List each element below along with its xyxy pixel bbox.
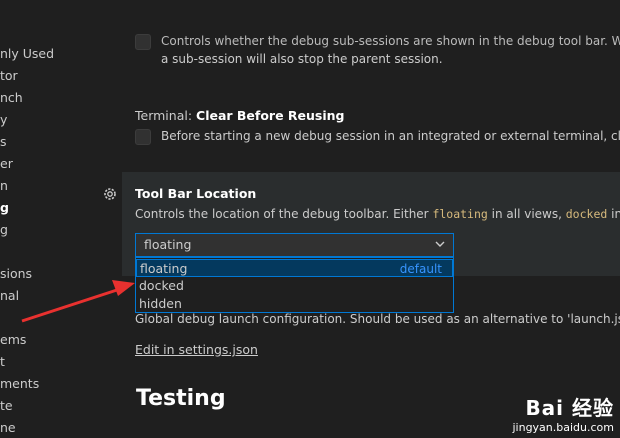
option-hidden[interactable]: hidden	[136, 295, 453, 313]
toolbar-location-dropdown: floating default docked hidden	[135, 257, 454, 313]
settings-sidebar: nly Used tor nch y s er n g g sions nal …	[0, 0, 118, 438]
sidebar-item[interactable]: ments	[0, 373, 39, 395]
toolbar-location-description: Controls the location of the debug toolb…	[135, 207, 620, 221]
sidebar-item[interactable]: t	[0, 351, 5, 373]
subsession-checkbox[interactable]	[135, 34, 151, 50]
option-docked[interactable]: docked	[136, 277, 453, 295]
desc-part-3: in th	[611, 207, 620, 221]
sidebar-item[interactable]: n	[0, 175, 8, 197]
sidebar-item[interactable]: te	[0, 395, 13, 417]
chevron-down-icon	[433, 236, 447, 252]
code-docked: docked	[565, 207, 608, 221]
terminal-setting-title: Terminal: Clear Before Reusing	[135, 108, 345, 123]
sidebar-item[interactable]: nal	[0, 285, 19, 307]
subsession-description-2: a sub-session will also stop the parent …	[161, 52, 443, 66]
terminal-setting-name: Clear Before Reusing	[196, 108, 345, 123]
sidebar-item[interactable]: g	[0, 219, 8, 241]
baidu-watermark: Bai 经验 jingyan.baidu.com	[512, 392, 614, 434]
sidebar-item[interactable]: s	[0, 131, 7, 153]
sidebar-item[interactable]: y	[0, 109, 7, 131]
option-label: docked	[139, 278, 184, 293]
edit-in-settings-json-link[interactable]: Edit in settings.json	[135, 342, 258, 357]
sidebar-item[interactable]: nly Used	[0, 43, 54, 65]
watermark-brand: Bai 经验	[525, 396, 614, 420]
launch-description: Global debug launch configuration. Shoul…	[135, 312, 620, 326]
option-label: floating	[140, 261, 188, 276]
section-heading-testing: Testing	[136, 386, 226, 411]
subsession-description: Controls whether the debug sub-sessions …	[161, 34, 620, 48]
sidebar-item[interactable]: sions	[0, 263, 32, 285]
desc-part-1: Controls the location of the debug toolb…	[135, 207, 433, 221]
terminal-setting-description: Before starting a new debug session in a…	[161, 129, 620, 143]
sidebar-item-debug-active[interactable]: g	[0, 197, 9, 219]
code-floating: floating	[432, 207, 488, 221]
select-current-value: floating	[144, 237, 192, 252]
toolbar-location-name: Tool Bar Location	[135, 186, 257, 201]
desc-part-2: in all views,	[487, 207, 566, 221]
option-floating[interactable]: floating default	[136, 259, 453, 277]
sidebar-item[interactable]: er	[0, 153, 13, 175]
sidebar-item[interactable]: ne	[0, 417, 16, 438]
terminal-setting-category: Terminal:	[135, 108, 197, 123]
sidebar-item[interactable]: nch	[0, 87, 23, 109]
option-label: hidden	[139, 296, 182, 311]
gear-icon[interactable]	[102, 186, 118, 202]
clear-before-reusing-checkbox[interactable]	[135, 129, 151, 145]
default-badge: default	[399, 262, 442, 276]
sidebar-item[interactable]: ems	[0, 329, 26, 351]
watermark-url: jingyan.baidu.com	[512, 421, 614, 434]
toolbar-location-select[interactable]: floating	[135, 233, 454, 257]
toolbar-location-title: Tool Bar Location	[135, 186, 256, 201]
sidebar-item[interactable]: tor	[0, 65, 18, 87]
